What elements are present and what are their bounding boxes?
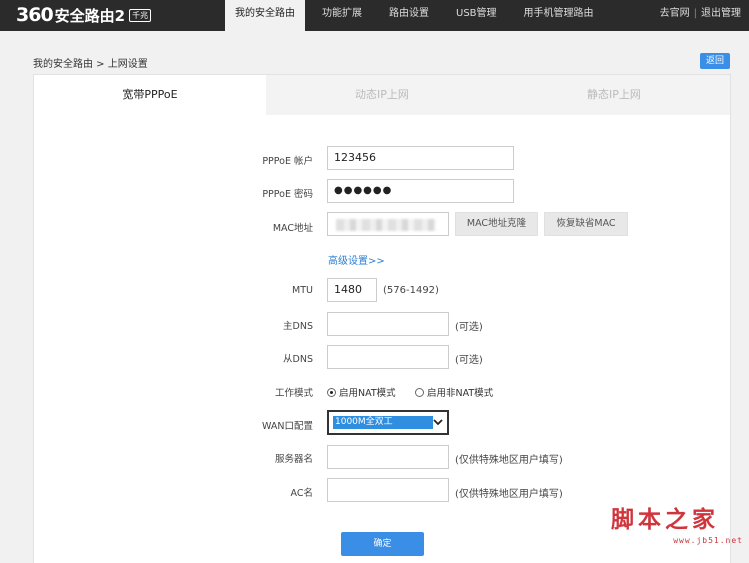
nav-item-mobile-manage[interactable]: 用手机管理路由 <box>514 0 604 31</box>
radio-nat-label: 启用NAT模式 <box>339 388 396 399</box>
chevron-down-icon <box>431 414 445 431</box>
breadcrumb: 我的安全路由 > 上网设置 <box>33 59 148 70</box>
top-right-links: 去官网 | 退出管理 <box>660 0 741 31</box>
confirm-button[interactable]: 确定 <box>341 532 424 556</box>
official-site-link[interactable]: 去官网 <box>660 0 690 31</box>
wan-config-selected: 1000M全双工 <box>333 416 433 429</box>
secondary-dns-input[interactable] <box>327 345 449 369</box>
radio-unselected-icon <box>415 387 424 397</box>
wan-config-select[interactable]: 1000M全双工 <box>327 410 449 435</box>
wan-config-label: WAN口配置 <box>262 421 313 432</box>
server-name-label: 服务器名 <box>274 454 313 465</box>
secondary-dns-note: (可选) <box>455 355 483 366</box>
primary-dns-label: 主DNS <box>283 321 313 332</box>
mac-address-input[interactable] <box>327 212 449 236</box>
back-button[interactable]: 返回 <box>700 53 730 69</box>
server-name-note: (仅供特殊地区用户填写) <box>455 455 563 466</box>
settings-panel: 宽带PPPoE 动态IP上网 静态IP上网 PPPoE 帐户 123456 PP… <box>33 74 731 563</box>
connection-tabs: 宽带PPPoE 动态IP上网 静态IP上网 <box>34 75 730 115</box>
pppoe-password-input[interactable]: ●●●●●● <box>327 179 514 203</box>
mac-clone-button[interactable]: MAC地址克隆 <box>455 212 538 236</box>
ac-name-note: (仅供特殊地区用户填写) <box>455 489 563 500</box>
logo-name: 安全路由2 <box>54 6 126 25</box>
radio-nat-mode[interactable]: 启用NAT模式 <box>327 385 396 399</box>
mtu-input[interactable]: 1480 <box>327 278 377 302</box>
watermark-text: 脚本之家 <box>611 506 719 533</box>
divider: | <box>693 8 697 19</box>
nav-item-extensions[interactable]: 功能扩展 <box>312 0 372 31</box>
radio-non-nat-label: 启用非NAT模式 <box>427 388 494 399</box>
mac-address-label: MAC地址 <box>272 223 313 234</box>
mac-restore-button[interactable]: 恢复缺省MAC <box>544 212 628 236</box>
watermark-url: www.jb51.net <box>673 536 743 545</box>
primary-dns-input[interactable] <box>327 312 449 336</box>
ac-name-label: AC名 <box>290 488 313 499</box>
primary-dns-note: (可选) <box>455 322 483 333</box>
advanced-settings-link[interactable]: 高级设置>> <box>328 252 385 267</box>
server-name-input[interactable] <box>327 445 449 469</box>
logo[interactable]: 360 安全路由2 千兆 <box>16 4 152 26</box>
logo-number: 360 <box>16 4 54 26</box>
main-nav: 我的安全路由 功能扩展 路由设置 USB管理 用手机管理路由 <box>225 0 611 31</box>
secondary-dns-label: 从DNS <box>283 354 313 365</box>
radio-selected-icon <box>327 387 336 397</box>
tab-pppoe[interactable]: 宽带PPPoE <box>34 75 266 115</box>
pppoe-account-label: PPPoE 帐户 <box>262 156 313 167</box>
ac-name-input[interactable] <box>327 478 449 502</box>
pppoe-account-input[interactable]: 123456 <box>327 146 514 170</box>
work-mode-label: 工作模式 <box>274 388 313 399</box>
logout-link[interactable]: 退出管理 <box>701 0 741 31</box>
tab-static-ip[interactable]: 静态IP上网 <box>498 75 730 115</box>
nav-item-router-settings[interactable]: 路由设置 <box>379 0 439 31</box>
nav-item-my-router[interactable]: 我的安全路由 <box>225 0 305 31</box>
mac-address-redacted <box>336 219 436 231</box>
watermark: 脚本之家 www.jb51.net <box>611 506 743 545</box>
pppoe-password-label: PPPoE 密码 <box>262 189 313 200</box>
nav-item-usb[interactable]: USB管理 <box>446 0 507 31</box>
mtu-range-note: (576-1492) <box>383 285 439 296</box>
logo-badge: 千兆 <box>129 8 152 22</box>
radio-non-nat-mode[interactable]: 启用非NAT模式 <box>415 385 493 399</box>
tab-dynamic-ip[interactable]: 动态IP上网 <box>266 75 498 115</box>
top-nav-bar: 360 安全路由2 千兆 我的安全路由 功能扩展 路由设置 USB管理 用手机管… <box>0 0 749 31</box>
mtu-label: MTU <box>292 285 313 296</box>
